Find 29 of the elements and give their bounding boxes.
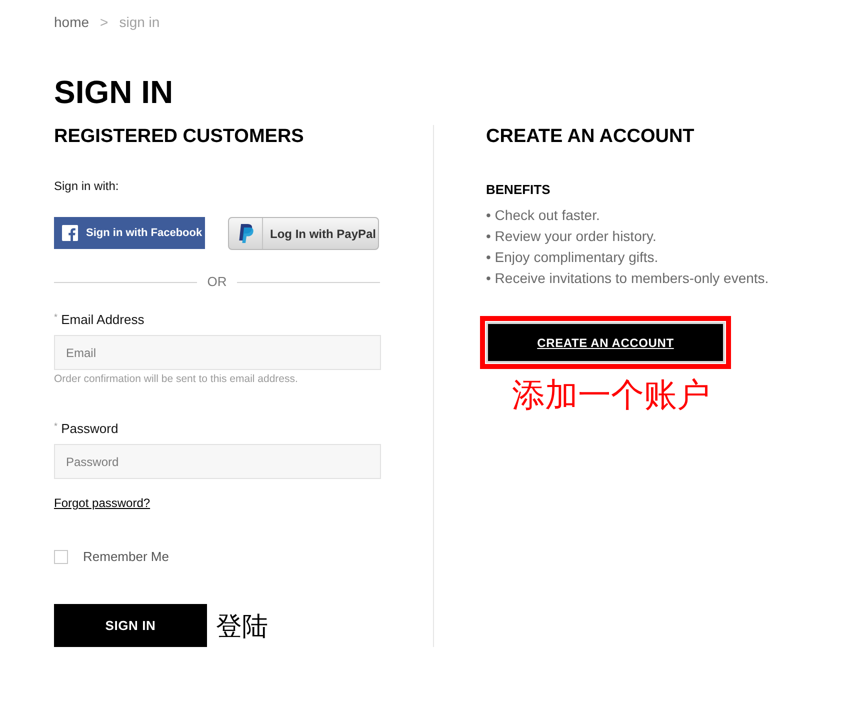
create-account-button[interactable]: CREATE AN ACCOUNT [486, 322, 725, 363]
page-title: SIGN IN [54, 73, 174, 111]
remember-me-label: Remember Me [83, 549, 169, 565]
paypal-login-button[interactable]: Log In with PayPal [228, 217, 379, 250]
benefit-item: • Review your order history. [486, 227, 658, 246]
divider-label: OR [207, 274, 227, 290]
forgot-password-link[interactable]: Forgot password? [54, 495, 150, 511]
benefit-item: • Receive invitations to members-only events. [486, 269, 769, 288]
text-input[interactable]: Email [54, 335, 381, 370]
section-heading: REGISTERED CUSTOMERS [54, 125, 305, 149]
benefit-item: • Enjoy complimentary gifts. [486, 248, 660, 267]
breadcrumb-separator: > [100, 13, 108, 32]
annotation-text: 登陆 [216, 610, 268, 640]
field-label: $^{*}$ Email Address [54, 312, 146, 328]
benefits-heading: BENEFITS [486, 181, 552, 199]
breadcrumb-link[interactable]: home [54, 12, 90, 32]
facebook-icon [62, 225, 78, 241]
benefit-item: • Check out faster. [486, 206, 601, 225]
section-heading: CREATE AN ACCOUNT [486, 125, 696, 149]
paypal-icon [237, 224, 254, 243]
social-login-label: Sign in with: [54, 178, 120, 194]
breadcrumb-current: sign in [119, 13, 160, 32]
facebook-login-button[interactable]: Sign in with Facebook [54, 217, 205, 249]
field-hint: Order confirmation will be sent to this email address. [54, 372, 299, 386]
text-input[interactable]: Password [54, 444, 381, 479]
remember-me-checkbox[interactable] [54, 550, 68, 564]
annotation-text: 添加一个账户 [512, 375, 711, 415]
field-label: $^{*}$ Password [54, 421, 120, 437]
sign-in-button[interactable]: SIGN IN [54, 604, 207, 647]
